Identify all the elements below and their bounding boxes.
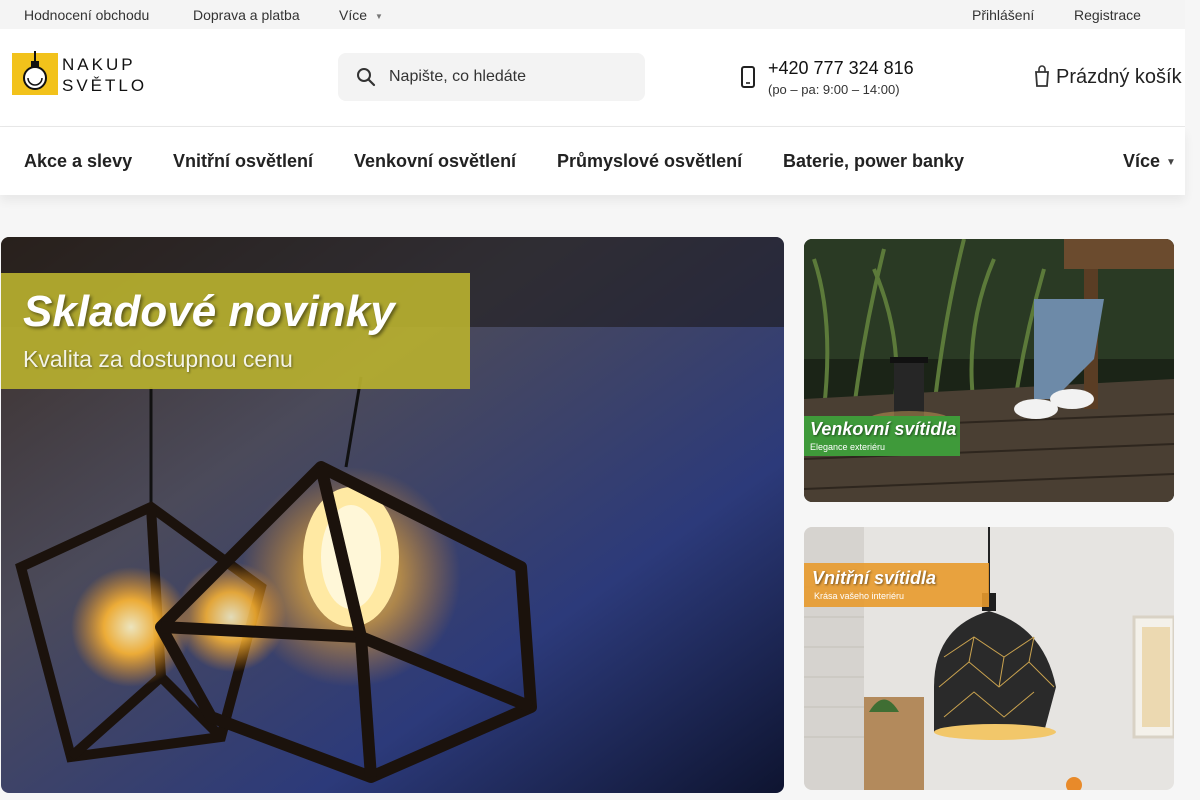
logo-text: NAKUP SVĚTLO: [62, 54, 147, 96]
nav-more-label: Více: [1123, 151, 1161, 171]
outdoor-scene-image: [804, 239, 1174, 502]
nav-item-more[interactable]: Více ▼: [1123, 151, 1176, 172]
nav-item-batteries[interactable]: Baterie, power banky: [783, 151, 964, 172]
cart-button[interactable]: Prázdný košík: [1056, 66, 1182, 89]
nav-item-indoor[interactable]: Vnitřní osvětlení: [173, 151, 313, 172]
top-utility-bar: Hodnocení obchodu Doprava a platba Více ▼…: [0, 0, 1185, 29]
banner-main-title: Skladové novinky: [23, 287, 395, 336]
main-navigation: Akce a slevy Vnitřní osvětlení Venkovní …: [0, 127, 1185, 195]
phone-icon: [741, 66, 755, 88]
banner-outdoor-lights[interactable]: Venkovní svítidla Elegance exteriéru: [804, 239, 1174, 502]
search-icon: [357, 68, 376, 87]
banner-indoor-subtitle: Krása vašeho interiéru: [814, 591, 905, 601]
phone-hours: (po – pa: 9:00 – 14:00): [768, 82, 900, 97]
search-placeholder: Napište, co hledáte: [389, 68, 526, 85]
topbar-more-menu[interactable]: Více ▼: [339, 7, 383, 23]
cart-icon: [1035, 65, 1049, 87]
site-logo[interactable]: NAKUP SVĚTLO: [12, 51, 152, 97]
banner-outdoor-subtitle: Elegance exteriéru: [810, 442, 886, 452]
logo-bulb-icon: [12, 51, 58, 95]
search-input[interactable]: Napište, co hledáte: [338, 53, 645, 101]
nav-item-industrial[interactable]: Průmyslové osvětlení: [557, 151, 742, 172]
chevron-down-icon: ▼: [375, 11, 383, 21]
site-header: NAKUP SVĚTLO Napište, co hledáte +420 77…: [0, 29, 1185, 127]
logo-line2: SVĚTLO: [62, 76, 148, 95]
topbar-link-shipping[interactable]: Doprava a platba: [193, 7, 300, 23]
register-link[interactable]: Registrace: [1074, 7, 1141, 23]
phone-number[interactable]: +420 777 324 816: [768, 58, 914, 79]
nav-item-outdoor[interactable]: Venkovní osvětlení: [354, 151, 516, 172]
banner-indoor-lights[interactable]: Vnitřní svítidla Krása vašeho interiéru: [804, 527, 1174, 790]
logo-line1: NAKUP: [62, 55, 136, 74]
banner-outdoor-title: Venkovní svítidla: [810, 419, 957, 439]
topbar-more-label: Více: [339, 7, 368, 23]
banner-main-subtitle: Kvalita za dostupnou cenu: [23, 346, 293, 372]
chevron-down-icon: ▼: [1166, 156, 1176, 168]
indoor-scene-image: [804, 527, 1174, 790]
banner-indoor-title: Vnitřní svítidla: [812, 568, 937, 588]
topbar-link-rating[interactable]: Hodnocení obchodu: [24, 7, 149, 23]
nav-item-sale[interactable]: Akce a slevy: [24, 151, 132, 172]
login-link[interactable]: Přihlášení: [972, 7, 1034, 23]
banner-stock-news[interactable]: Skladové novinky Kvalita za dostupnou ce…: [1, 237, 784, 793]
